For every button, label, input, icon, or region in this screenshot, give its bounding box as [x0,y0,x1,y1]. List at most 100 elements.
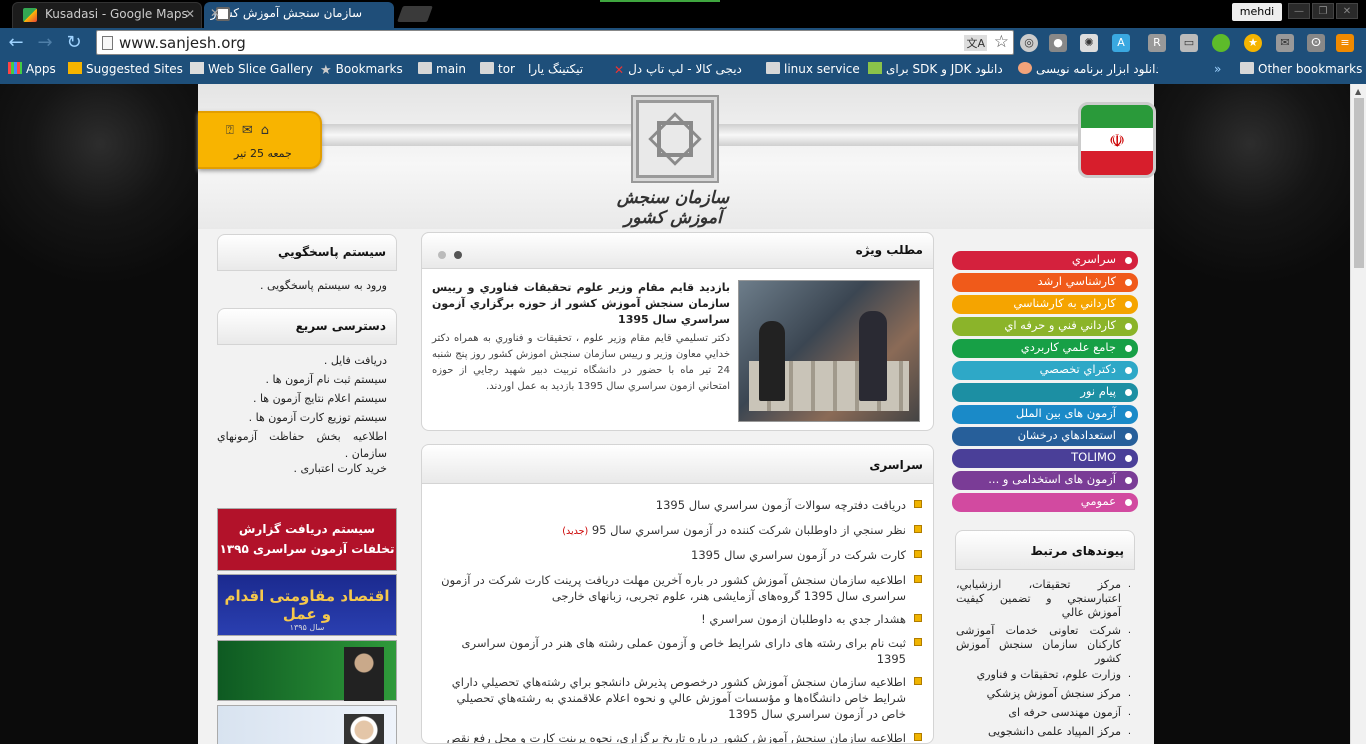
chrome-menu-icon[interactable]: ≡ [1336,34,1354,52]
bookmark-folder-main[interactable]: main [418,62,466,76]
category-employment[interactable]: آزمون های استخدامی و ... [952,471,1138,490]
category-masters[interactable]: کارشناسي ارشد [952,273,1138,292]
bookmark-label: Apps [26,62,56,76]
quick-link-security-notice[interactable]: اطلاعيه بخش حفاظت آزمونهاي سازمان [217,428,387,462]
profile-button[interactable]: mehdi [1232,3,1282,21]
category-sarasari[interactable]: سراسري [952,251,1138,270]
bullet-icon: . [1127,579,1131,590]
category-payame-noor[interactable]: پيام نور [952,383,1138,402]
bookmark-star-icon[interactable]: ☆ [994,32,1009,52]
new-tab-button[interactable] [397,6,433,22]
close-tab-icon[interactable]: ✕ [185,7,195,21]
tab-sanjesh[interactable]: سازمان سنجش آموزش کشور ✕ [204,2,394,28]
help-icon[interactable]: ⍰ [226,123,242,138]
bookmark-apps[interactable]: Apps [8,62,56,76]
category-general[interactable]: عمومي [952,493,1138,512]
forward-arrow-icon[interactable]: → [34,32,56,54]
minimize-button[interactable]: — [1288,3,1310,19]
bookmark-jdk-sdk[interactable]: دانلود JDK و SDK برای [868,62,1003,76]
bookmark-folder-linux-service[interactable]: linux service [766,62,860,76]
bookmark-other-bookmarks[interactable]: Other bookmarks [1240,62,1362,76]
extension-chat-icon[interactable]: ▭ [1180,34,1198,52]
back-arrow-icon[interactable]: ← [5,32,27,54]
featured-photo[interactable] [738,280,920,422]
category-technical-vocational[interactable]: کارداني فني و حرفه اي [952,317,1138,336]
close-window-button[interactable]: ✕ [1336,3,1358,19]
leader-banner[interactable] [217,640,397,701]
bookmark-suggested-sites[interactable]: Suggested Sites [68,62,183,76]
bullet-icon [914,575,922,583]
news-item[interactable]: کارت شرکت در آزمون سراسري سال 1395 [432,547,922,563]
related-link-olympiad[interactable]: . مرکز المپیاد علمی دانشجویی [956,725,1131,739]
mail-icon[interactable]: ✉ [242,123,261,138]
extension-star-icon[interactable]: ★ [1244,34,1262,52]
category-label: سراسري [1071,252,1116,266]
folder-icon [480,62,494,74]
bookmark-digikala[interactable]: ✕ دیجی کالا - لپ تاپ دل [614,62,742,76]
bullet-icon [1125,345,1132,352]
slider-dot-active[interactable] [454,251,462,259]
extension-mail-icon[interactable]: ✉ [1276,34,1294,52]
reload-icon[interactable]: ↻ [63,32,85,54]
support-login-link[interactable]: ورود به سیستم پاسخگویی [217,277,387,294]
quick-link-results[interactable]: سيستم اعلام نتايج آزمون ها [217,390,387,407]
quick-link-registration[interactable]: سيستم ثبت نام آزمون ها [217,371,387,388]
category-tolimo[interactable]: TOLIMO [952,449,1138,468]
related-link-engineering[interactable]: . آزمون مهندسی حرفه ای [956,706,1131,720]
bookmark-label: Suggested Sites [86,62,183,76]
extension-green-icon[interactable] [1212,34,1230,52]
quick-link-credit-card[interactable]: خرید کارت اعتباری [217,460,388,477]
tab-google-maps[interactable]: Kusadasi - Google Maps ✕ [12,2,202,28]
close-tab-icon[interactable]: ✕ [210,6,220,20]
category-phd[interactable]: دکتراي تخصصي [952,361,1138,380]
category-talented[interactable]: استعدادهاي درخشان [952,427,1138,446]
translate-icon[interactable]: 文A [964,35,987,51]
related-link-medical[interactable]: . مرکز سنجش آموزش پزشکي [956,687,1131,701]
bullet-icon [914,677,922,685]
news-item-text: نظر سنجي از داوطلبان شرکت کننده در آزمون… [591,523,906,537]
bookmark-label: دانلود ابزار برنامه نویسی [1036,62,1158,76]
extension-r-icon[interactable]: R [1148,34,1166,52]
related-link-cooperative[interactable]: . شرکت تعاونی خدمات آموزشی کارکنان سازمان… [956,624,1131,666]
extension-ghost-icon[interactable]: ● [1049,34,1067,52]
news-item[interactable]: نظر سنجي از داوطلبان شرکت کننده در آزمون… [432,522,922,540]
extension-reel-icon[interactable]: ✺ [1080,34,1098,52]
bookmark-label: linux service [784,62,860,76]
news-item[interactable]: ثبت نام برای رشته های دارای شرایط خاص و … [432,635,922,667]
news-item[interactable]: اطلاعیه سازمان سنجش آموزش کشور درباره تا… [432,730,922,743]
violations-report-banner[interactable]: سیستم دریافت گزارش تخلفات آزمون سراسری ۱… [217,508,397,571]
category-international[interactable]: آزمون های بین الملل [952,405,1138,424]
bookmark-web-slice-gallery[interactable]: Web Slice Gallery [190,62,313,76]
bookmark-label: main [436,62,466,76]
resistance-economy-banner[interactable]: اقتصاد مقاومتی اقدام و عمل سال ۱۳۹۵ [217,574,397,636]
featured-headline[interactable]: بازديد قايم مقام وزير علوم تحقيقات فناور… [432,280,730,328]
news-item[interactable]: دريافت دفترچه سوالات آزمون سراسري سال 13… [432,497,922,513]
scroll-up-arrow-icon[interactable]: ▲ [1355,87,1361,96]
extension-balloon-icon[interactable]: ◎ [1020,34,1038,52]
bookmark-bookmarks[interactable]: ★ Bookmarks [320,62,403,77]
president-banner[interactable] [217,705,397,744]
related-link-research-center[interactable]: . مرکز تحقيقات، ارزشيابي، اعتبارسنجي و تض… [956,578,1131,620]
category-applied-science[interactable]: جامع علمي کاربردي [952,339,1138,358]
address-bar[interactable]: www.sanjesh.org 文A ☆ [96,30,1014,55]
bookmark-dev-tools[interactable]: دانلود ابزار برنامه نویسی [1018,62,1158,76]
related-link-text: آزمون مهندسی حرفه ای [1008,706,1121,719]
related-link-ministry[interactable]: . وزارت علوم، تحقيقات و فناوري [956,668,1131,682]
category-associate-to-bachelor[interactable]: کارداني به کارشناسي [952,295,1138,314]
bookmark-folder-tor[interactable]: tor [480,62,515,76]
extension-bulb-icon[interactable]: ⵙ [1307,34,1325,52]
news-item[interactable]: اطلاعیه سازمان سنجش آموزش کشور در باره آ… [432,572,922,604]
more-bookmarks-chevron-icon[interactable]: » [1214,62,1221,76]
scrollbar-thumb[interactable] [1354,98,1364,268]
sanjesh-logo-icon[interactable] [636,100,714,178]
news-item[interactable]: هشدار جدي به داوطلبان ازمون سراسري ! [432,611,922,627]
quick-link-cards[interactable]: سيستم توزيع کارت آزمون ها [217,409,387,426]
maximize-button[interactable]: ❐ [1312,3,1334,19]
news-item[interactable]: اطلاعيه سازمان سنجش آموزش کشور درخصوص پذ… [432,674,922,722]
slider-dot[interactable] [438,251,446,259]
extension-a-icon[interactable]: A [1112,34,1130,52]
quick-link-download[interactable]: دريافت فايل [217,352,387,369]
bookmark-yara-ticketing[interactable]: تیکتینگ یارا [528,62,583,76]
page-scrollbar[interactable]: ▲ [1350,84,1366,744]
home-icon[interactable]: ⌂ [261,123,277,138]
